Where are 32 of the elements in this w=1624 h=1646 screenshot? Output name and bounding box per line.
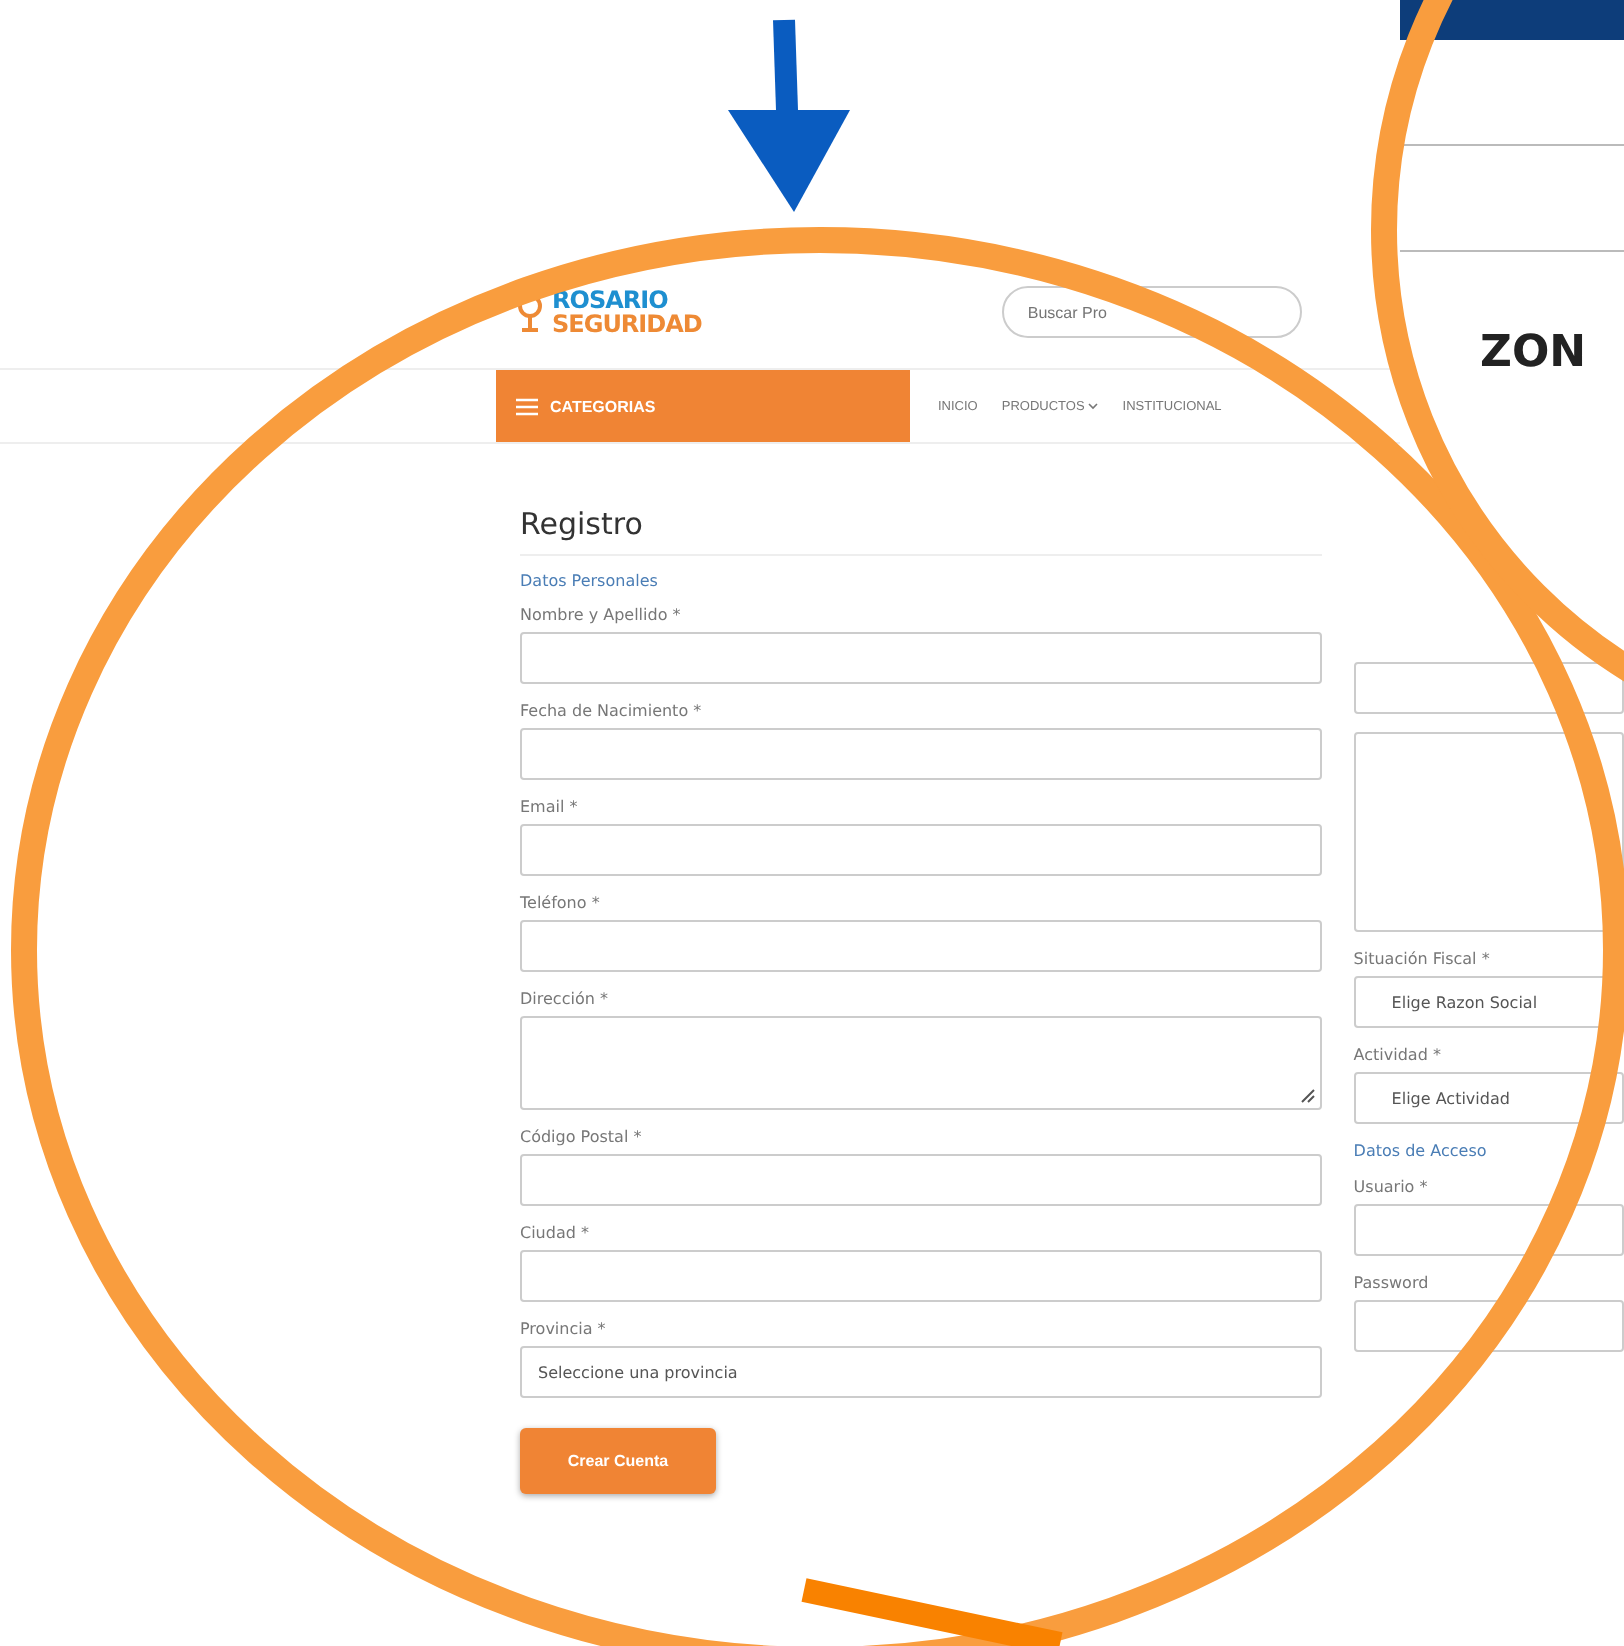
text-field[interactable] bbox=[520, 920, 1322, 972]
field-label: Situación Fiscal * bbox=[1353, 950, 1492, 968]
field-label: Email * bbox=[520, 798, 580, 816]
text-field[interactable] bbox=[520, 632, 1322, 684]
field-label: Nombre y Apellido * bbox=[520, 606, 683, 624]
field-label: Actividad * bbox=[1353, 1046, 1443, 1064]
text-area[interactable] bbox=[1353, 732, 1624, 932]
menu-icon bbox=[516, 397, 538, 415]
section-heading: Datos de Acceso bbox=[1353, 1142, 1489, 1160]
logo-text: SEGURIDAD bbox=[552, 312, 702, 336]
dropdown-field[interactable]: Seleccione una provincia bbox=[520, 1346, 1322, 1398]
text-field[interactable] bbox=[520, 1154, 1322, 1206]
text-field[interactable] bbox=[520, 824, 1322, 876]
field-label: Fecha de Nacimiento * bbox=[520, 702, 704, 720]
logo-text: ROSARIO bbox=[552, 288, 670, 312]
field-label: Provincia * bbox=[520, 1320, 608, 1338]
categories-button[interactable]: CATEGORIAS bbox=[496, 370, 910, 442]
field-label: Dirección * bbox=[520, 990, 610, 1008]
inset-heading: ZON bbox=[1478, 326, 1589, 382]
resize-grip-icon[interactable] bbox=[1297, 1086, 1316, 1104]
field-label: Ciudad * bbox=[520, 1224, 591, 1242]
text-field[interactable] bbox=[520, 1250, 1322, 1302]
field-label: Usuario * bbox=[1353, 1178, 1430, 1196]
caret-icon bbox=[1088, 402, 1099, 410]
field-label: Password bbox=[1353, 1274, 1431, 1292]
text-field[interactable] bbox=[520, 728, 1322, 780]
form-title: Registro bbox=[520, 506, 1322, 556]
field-label: Teléfono * bbox=[520, 894, 602, 912]
create-account-button[interactable]: Crear Cuenta bbox=[520, 1428, 716, 1494]
dropdown-field[interactable]: Elige Actividad bbox=[1353, 1072, 1624, 1124]
field-label: Código Postal * bbox=[520, 1128, 644, 1146]
section-heading: Datos Personales bbox=[520, 572, 660, 590]
